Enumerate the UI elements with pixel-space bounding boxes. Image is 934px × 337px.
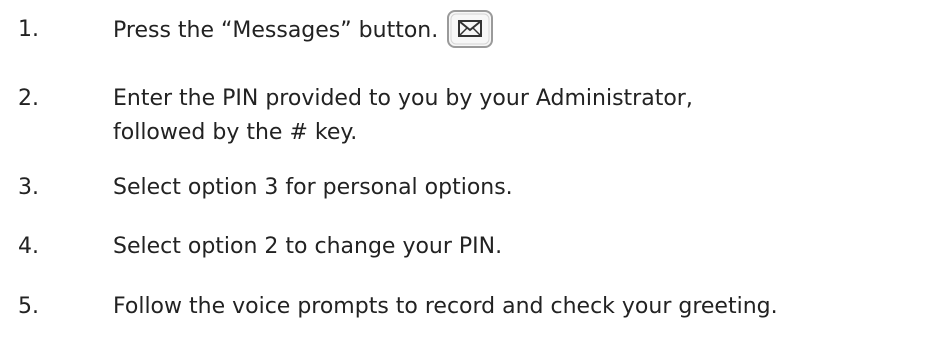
step-number: 2.: [18, 86, 39, 111]
step-number: 5.: [18, 294, 39, 319]
step-text-line: Enter the PIN provided to you by your Ad…: [113, 86, 693, 111]
step-text-wrapper: Press the “Messages” button.: [113, 10, 494, 49]
step-number: 3.: [18, 175, 39, 200]
step-number: 1.: [18, 17, 39, 42]
envelope-icon: [446, 9, 494, 49]
step-text: Select option 3 for personal options.: [113, 175, 513, 200]
step-text: Select option 2 to change your PIN.: [113, 234, 503, 259]
instruction-list: 1. Press the “Messages” button. 2. Enter…: [0, 0, 934, 337]
step-text: Follow the voice prompts to record and c…: [113, 294, 778, 319]
step-number: 4.: [18, 234, 39, 259]
step-text-wrapper: Enter the PIN provided to you by your Ad…: [113, 82, 693, 150]
step-text-line: followed by the # key.: [113, 120, 358, 145]
step-text: Press the “Messages” button.: [113, 18, 439, 43]
